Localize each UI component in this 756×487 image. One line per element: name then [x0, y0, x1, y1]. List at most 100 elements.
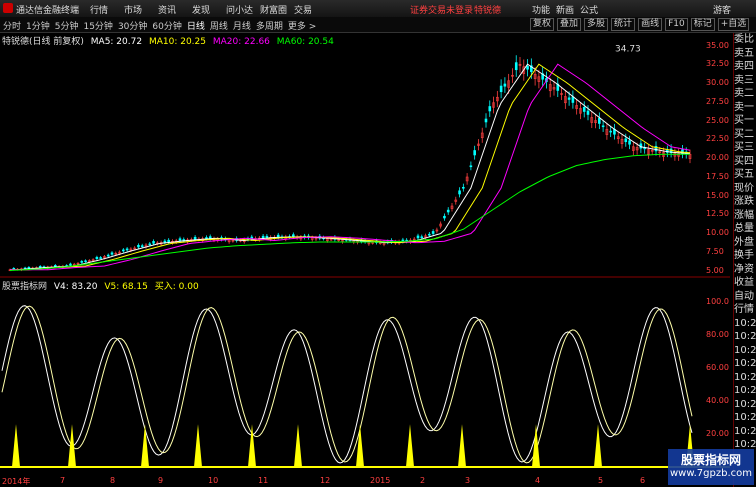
top-links: 功能 新画 公式: [532, 3, 604, 16]
quote-row-5: 卖一: [734, 101, 754, 113]
period-tab-1[interactable]: 1分钟: [26, 19, 50, 32]
period-tab-3[interactable]: 15分钟: [83, 19, 112, 32]
period-tab-10[interactable]: 更多 >: [288, 19, 316, 32]
osc-tick-3: 40.00: [706, 396, 729, 406]
menu-item-5[interactable]: 财富圈: [260, 3, 294, 16]
candle-body-157: [601, 125, 605, 128]
quote-row-12: 涨跌: [734, 196, 754, 207]
app-logo-icon: [3, 3, 13, 13]
current-stock[interactable]: 特锐德: [474, 3, 501, 16]
login-notice[interactable]: 证券交易未登录: [410, 3, 473, 16]
osc-tick-1: 80.00: [706, 330, 729, 340]
top-link-2[interactable]: 公式: [580, 3, 604, 16]
buy-spike-10: [594, 424, 602, 467]
quote-row-27: 10:26: [734, 398, 756, 410]
guest-label[interactable]: 游客: [713, 3, 731, 16]
candle-body-116: [446, 209, 450, 213]
quote-row-24: 10:26: [734, 358, 756, 369]
top-link-0[interactable]: 功能: [532, 3, 556, 16]
period-tab-7[interactable]: 周线: [210, 19, 228, 32]
quote-row-18: 收益: [734, 277, 754, 288]
quote-row-17: 净资: [734, 263, 754, 275]
date-tick-6: 12: [320, 476, 331, 485]
price-chart[interactable]: 34.73: [0, 38, 733, 278]
candle-body-68: [265, 235, 269, 238]
price-tick-6: 20.00: [706, 153, 729, 162]
candle-body-112: [431, 231, 435, 234]
date-tick-3: 9: [158, 476, 164, 485]
period-tab-9[interactable]: 多周期: [256, 19, 283, 32]
chart-button-5[interactable]: F10: [665, 18, 688, 31]
quote-row-0: 委比: [734, 34, 754, 45]
chart-button-6[interactable]: 标记: [690, 18, 715, 31]
buy-spike-3: [194, 424, 202, 467]
buy-spike-4: [248, 424, 256, 467]
quote-row-7: 买二: [734, 128, 754, 140]
chart-button-2[interactable]: 多股: [584, 18, 609, 31]
date-tick-8: 2: [420, 476, 426, 485]
candle-body-35: [140, 245, 144, 247]
quote-row-23: 10:26: [734, 344, 756, 356]
menu-item-4[interactable]: 问小达: [226, 3, 260, 16]
app-title: 通达信金融终端: [16, 6, 80, 16]
main-menu: 行情 市场 资讯 发现 问小达 财富圈 交易: [90, 3, 328, 16]
buy-spike-0: [12, 424, 20, 467]
menu-item-0[interactable]: 行情: [90, 3, 124, 16]
quote-row-26: 10:26: [734, 385, 756, 396]
watermark: 股票指标网 www.7gpzb.com: [668, 449, 754, 485]
menu-item-2[interactable]: 资讯: [158, 3, 192, 16]
period-tab-6[interactable]: 日线: [187, 19, 205, 32]
candle-body-163: [624, 138, 628, 143]
chart-button-0[interactable]: 复权: [530, 18, 555, 31]
quote-row-28: 10:26: [734, 412, 756, 423]
chart-buttons: 复权 叠加 多股 统计 画线 F10 标记 +自选: [530, 18, 752, 31]
menu-item-3[interactable]: 发现: [192, 3, 226, 16]
chart-button-3[interactable]: 统计: [611, 18, 636, 31]
menu-item-1[interactable]: 市场: [124, 3, 158, 16]
chart-button-4[interactable]: 画线: [638, 18, 663, 31]
candle-body-27: [110, 252, 114, 255]
chart-button-7[interactable]: +自选: [717, 18, 750, 31]
period-tab-8[interactable]: 月线: [233, 19, 251, 32]
candle-body-137: [526, 66, 529, 70]
candle-body-41: [163, 240, 167, 243]
period-toolbar: 分时 1分钟 5分钟 15分钟 30分钟 60分钟 日线 周线 月线 多周期 更多 > 复权 叠加 多股…: [0, 17, 756, 33]
date-tick-11: 5: [598, 476, 604, 485]
osc-tick-0: 100.0: [706, 297, 729, 307]
quote-row-2: 卖四: [734, 61, 754, 72]
candle-body-8: [38, 266, 42, 268]
date-tick-7: 2015: [370, 476, 391, 485]
period-tab-2[interactable]: 5分钟: [55, 19, 79, 32]
period-tab-0[interactable]: 分时: [3, 19, 21, 32]
candle-body-130: [499, 85, 503, 93]
date-tick-4: 10: [208, 476, 219, 485]
date-tick-0: 2014年: [2, 477, 31, 486]
candle-body-34: [137, 244, 140, 248]
price-tick-11: 7.50: [706, 246, 724, 256]
chart-button-1[interactable]: 叠加: [557, 18, 582, 31]
price-tick-8: 15.00: [706, 190, 729, 200]
candle-body-126: [484, 118, 488, 123]
quote-row-20: 行情: [734, 304, 754, 315]
date-tick-5: 11: [258, 476, 269, 485]
candle-body-5: [27, 266, 31, 269]
candle-body-153: [586, 110, 590, 115]
period-tab-5[interactable]: 60分钟: [152, 19, 181, 32]
candle-body-26: [106, 254, 110, 257]
menu-item-6[interactable]: 交易: [294, 3, 328, 16]
period-tabs: 分时 1分钟 5分钟 15分钟 30分钟 60分钟 日线 周线 月线 多周期 更多 >: [3, 19, 321, 32]
candle-body-120: [462, 186, 465, 189]
buy-spike-8: [458, 424, 466, 467]
candle-body-30: [122, 249, 125, 252]
candle-body-159: [609, 130, 612, 133]
indicator-chart[interactable]: [0, 290, 733, 475]
quote-row-1: 卖五: [734, 47, 754, 59]
date-tick-10: 4: [535, 476, 541, 485]
top-link-1[interactable]: 新画: [556, 3, 580, 16]
buy-spike-2: [141, 424, 149, 467]
quote-row-25: 10:26: [734, 371, 756, 383]
candle-body-45: [178, 238, 182, 241]
price-tick-3: 27.50: [706, 96, 729, 106]
period-tab-4[interactable]: 30分钟: [118, 19, 147, 32]
title-bar: 通达信金融终端 行情 市场 资讯 发现 问小达 财富圈 交易 证券交易未登录 特锐德 功能新…: [0, 0, 756, 18]
